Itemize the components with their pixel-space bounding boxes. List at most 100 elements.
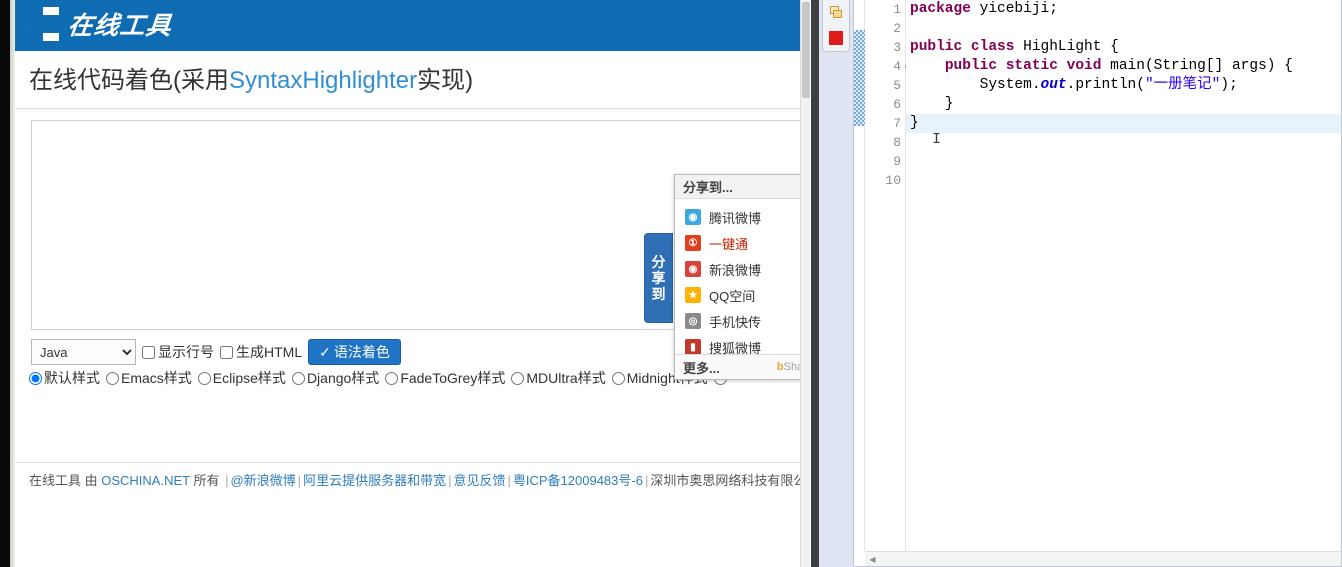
share-item-0[interactable]: ◉ 腾讯微博 xyxy=(675,204,810,230)
theme-radio-input[interactable] xyxy=(511,371,525,385)
share-item-label: 腾讯微博 xyxy=(709,210,762,226)
share-item-label: 新浪微博 xyxy=(709,262,762,278)
highlight-button-label: 语法着色 xyxy=(333,344,390,360)
code-editor[interactable]: 1 2 3 4 5 6 7 8 9 10 package yicebiji; public cla… xyxy=(853,0,1342,567)
show-line-numbers-checkbox-wrap[interactable]: 显示行号 xyxy=(142,342,214,362)
line-number-10: 10 xyxy=(885,173,901,188)
code-line-7[interactable]: } xyxy=(906,114,1341,133)
theme-radio-3[interactable]: Django样式 xyxy=(291,368,380,388)
page-scrollbar[interactable] xyxy=(800,0,810,567)
text-cursor-icon: I xyxy=(932,131,942,148)
footer-icp-link[interactable]: 粤ICP备12009483号-6 xyxy=(513,473,643,488)
annotation-bar[interactable] xyxy=(854,0,865,551)
triangle-left-icon[interactable]: ◀ xyxy=(865,552,880,567)
theme-radio-input[interactable] xyxy=(197,371,211,385)
footer-oschina-link[interactable]: OSCHINA.NET xyxy=(101,473,190,488)
code-token: main(String[] args) { xyxy=(1110,58,1293,74)
stop-square-icon[interactable] xyxy=(825,27,847,49)
site-logo-text: 在线工具 xyxy=(66,13,174,40)
highlight-button[interactable]: ✓ 语法着色 xyxy=(308,339,401,365)
footer-aliyun-link[interactable]: 阿里云提供服务器和带宽 xyxy=(303,473,446,488)
code-line-6[interactable]: } xyxy=(906,95,1341,114)
show-line-numbers-label: 显示行号 xyxy=(158,344,214,360)
theme-radio-0[interactable]: 默认样式 xyxy=(29,368,100,388)
copy-paste-icon[interactable] xyxy=(825,2,847,24)
window-left-edge xyxy=(0,0,10,567)
code-token: } xyxy=(910,115,919,131)
line-number-3: 3 xyxy=(893,40,901,55)
theme-radio-label: Django样式 xyxy=(306,370,380,386)
share-tab-char: 分 xyxy=(651,253,666,270)
annotation-change-marker xyxy=(854,30,865,126)
theme-radio-4[interactable]: FadeToGrey样式 xyxy=(385,368,505,388)
code-content[interactable]: package yicebiji; public class HighLight… xyxy=(906,0,1341,551)
footer-prefix: 在线工具 由 xyxy=(29,473,102,488)
page-title: 在线代码着色(采用SyntaxHighlighter实现) xyxy=(29,60,473,95)
share-item-3[interactable]: ★ QQ空间 xyxy=(675,282,810,308)
share-item-2[interactable]: ◉ 新浪微博 xyxy=(675,256,810,282)
theme-radio-label: MDUltra样式 xyxy=(526,370,606,386)
share-item-4[interactable]: ◎ 手机快传 xyxy=(675,308,810,334)
letter-c-logo-icon xyxy=(21,4,61,44)
editor-horizontal-scrollbar[interactable]: ◀ xyxy=(865,551,1341,566)
share-panel-title: 分享到... xyxy=(683,180,733,195)
site-logo[interactable]: 在线工具 xyxy=(21,4,174,44)
line-number-1: 1 xyxy=(893,2,901,17)
ide-toolbar xyxy=(822,0,850,52)
check-mark-icon: ✓ xyxy=(319,343,331,360)
generate-html-checkbox-wrap[interactable]: 生成HTML xyxy=(220,342,302,362)
share-tab-button[interactable]: 分享到 xyxy=(644,233,673,323)
code-line-4[interactable]: public static void main(String[] args) { xyxy=(906,57,1341,76)
share-panel-footer: 更多... bShare xyxy=(675,354,810,379)
code-token: ); xyxy=(1220,77,1238,93)
window-separator xyxy=(811,0,819,567)
theme-radio-input[interactable] xyxy=(611,371,625,385)
share-panel-header: 分享到... X xyxy=(675,175,810,199)
page-title-part2: 实现) xyxy=(417,67,474,94)
theme-radio-label: FadeToGrey样式 xyxy=(400,370,506,386)
line-number-4: 4 xyxy=(865,57,914,76)
generate-html-checkbox[interactable] xyxy=(220,345,233,359)
yijiantong-icon: ① xyxy=(685,235,701,251)
share-item-1[interactable]: ① 一键通 xyxy=(675,230,810,256)
theme-radio-1[interactable]: Emacs样式 xyxy=(106,368,192,388)
footer-divider xyxy=(15,462,800,463)
output-area xyxy=(31,396,801,456)
code-line-9[interactable] xyxy=(906,152,1341,171)
site-header: 在线工具 xyxy=(15,0,800,51)
theme-radio-input[interactable] xyxy=(106,371,119,385)
theme-radio-input[interactable] xyxy=(291,371,305,385)
footer-weibo-link[interactable]: @新浪微博 xyxy=(230,473,295,488)
theme-radio-label: Eclipse样式 xyxy=(212,370,286,386)
code-line-8[interactable] xyxy=(906,133,1341,152)
theme-radio-input[interactable] xyxy=(385,371,399,385)
theme-radio-label: 默认样式 xyxy=(44,370,100,386)
browser-page: 在线工具 在线代码着色(采用SyntaxHighlighter实现) Java … xyxy=(15,0,810,567)
code-token: System. xyxy=(910,77,1041,93)
line-number-5: 5 xyxy=(893,78,901,93)
code-line-10[interactable] xyxy=(906,171,1341,190)
theme-radio-input[interactable] xyxy=(29,371,42,385)
code-line-5[interactable]: System.out.println("一册笔记"); xyxy=(906,76,1341,95)
code-line-1[interactable]: package yicebiji; xyxy=(906,0,1341,19)
footer-feedback-link[interactable]: 意见反馈 xyxy=(453,473,505,488)
mobile-transfer-icon: ◎ xyxy=(685,313,701,329)
sohu-weibo-icon: ▮ xyxy=(685,339,701,355)
tencent-weibo-icon: ◉ xyxy=(685,209,701,225)
share-item-list: ◉ 腾讯微博 ① 一键通 ◉ 新浪微博 ★ QQ空间 ◎ 手机快传 ▮ 搜狐微博 xyxy=(675,199,810,362)
theme-radio-5[interactable]: MDUltra样式 xyxy=(511,368,606,388)
share-more-link[interactable]: 更多... xyxy=(683,358,720,377)
language-select[interactable]: Java xyxy=(31,339,136,365)
line-number-9: 9 xyxy=(893,154,901,169)
line-number-6: 6 xyxy=(893,97,901,112)
page-scrollbar-thumb[interactable] xyxy=(802,2,810,98)
share-item-label: 手机快传 xyxy=(709,314,762,330)
code-line-3[interactable]: public class HighLight { xyxy=(906,38,1341,57)
theme-radio-2[interactable]: Eclipse样式 xyxy=(197,368,286,388)
code-token: out xyxy=(1040,77,1067,93)
line-number-2: 2 xyxy=(893,21,901,36)
code-line-2[interactable] xyxy=(906,19,1341,38)
theme-radio-label: Emacs样式 xyxy=(121,370,192,386)
page-title-highlight: SyntaxHighlighter xyxy=(229,67,418,94)
show-line-numbers-checkbox[interactable] xyxy=(142,345,155,359)
